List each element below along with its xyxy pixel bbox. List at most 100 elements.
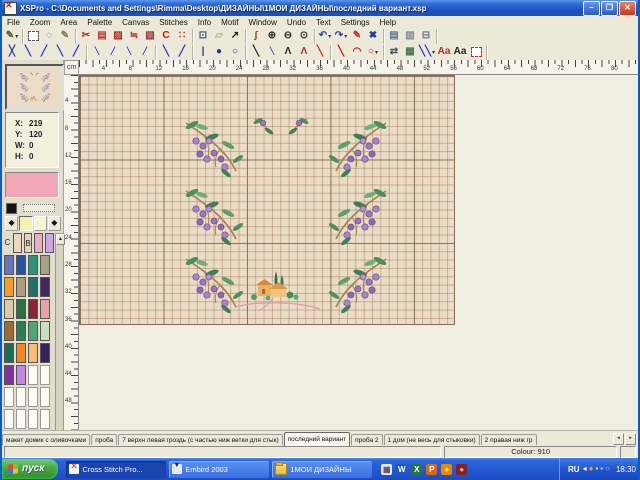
tray-clock-icon[interactable]: ○ [605,464,610,474]
palette-swatch[interactable] [40,255,50,275]
french-knot-filled-icon[interactable]: ● [211,44,227,60]
backstitch-red-thin-icon[interactable]: ╲ [312,44,328,60]
powerpoint-shortcut-icon[interactable]: P [426,464,437,475]
three-quarter-stitch-2-icon[interactable]: ╱ [36,44,52,60]
copy-tool-icon[interactable]: ▤ [94,28,110,44]
shade-lighter-button[interactable] [34,216,47,231]
palette-swatch[interactable] [4,321,14,341]
palette-swatch[interactable] [28,321,38,341]
palette-swatch[interactable] [40,387,50,407]
palette-swatch[interactable] [28,277,38,297]
palette-swatch[interactable] [16,277,26,297]
rotate-motif-icon[interactable]: ⇄ [386,44,402,60]
stitch-canvas[interactable] [79,75,455,325]
tray-app-blue[interactable]: ▪ [600,464,603,474]
export-page-icon[interactable]: ▥ [402,28,418,44]
pattern-tab-4[interactable]: последний вариант [284,432,351,446]
palette-swatch[interactable] [45,233,54,253]
menu-window[interactable]: Window [243,18,281,27]
blue-pen-dropdown-icon[interactable]: ▾ [432,49,435,56]
palette-swatch[interactable] [40,277,50,297]
import-page-icon[interactable]: ▤ [386,28,402,44]
menu-palette[interactable]: Palette [82,18,117,27]
select-rect-tool-icon[interactable] [25,28,41,44]
full-cross-stitch-icon[interactable]: ╳ [4,44,20,60]
palette-swatch[interactable] [4,299,14,319]
palette-swatch[interactable] [40,409,50,429]
menu-canvas[interactable]: Canvas [117,18,154,27]
tray-chevron[interactable]: ◂ [583,464,587,474]
close-button[interactable]: ✕ [619,1,636,16]
quarter-stitch-4-icon[interactable]: ╱ [137,44,153,60]
minimize-button[interactable]: – [583,1,600,16]
palette-swatch[interactable] [16,343,26,363]
menu-file[interactable]: File [2,18,25,27]
palette-swatch[interactable] [4,387,14,407]
start-button[interactable]: пуск [2,459,58,479]
quarter-stitch-3-icon[interactable]: ╲ [121,44,137,60]
menu-text[interactable]: Text [311,18,336,27]
blue-pen-icon[interactable]: ╲╲▾ [418,44,436,60]
undo-icon[interactable]: ↶▾ [317,28,333,44]
cut-tool-icon[interactable]: ✂ [78,28,94,44]
tabs-scroll-right-icon[interactable]: ▸ [625,433,636,445]
pattern-tool-icon[interactable]: ∷ [174,28,190,44]
french-knot-outline-icon[interactable]: ○ [227,44,243,60]
half-fwd-line-icon[interactable]: ╱ [174,44,190,60]
delete-x-icon[interactable]: ✖ [365,28,381,44]
palette-marker-b[interactable]: B [24,233,33,253]
shade-light-button[interactable] [19,216,32,231]
palette-swatch[interactable] [28,343,38,363]
text-red-icon[interactable]: Aa [436,44,452,60]
pencil-tool-icon[interactable]: ✎▾ [4,28,20,44]
flip-tool-icon[interactable]: ▧ [142,28,158,44]
image-tool-icon[interactable]: ▦ [402,44,418,60]
palette-swatch[interactable] [40,299,50,319]
palette-swatch[interactable] [4,343,14,363]
tabs-scroll-left-icon[interactable]: ◂ [613,433,624,445]
palette-swatch[interactable] [4,255,14,275]
menu-info[interactable]: Info [193,18,216,27]
paste-tool-icon[interactable]: ▨ [110,28,126,44]
redo-dropdown-icon[interactable]: ▾ [344,33,347,40]
circle-stitch-dropdown-icon[interactable]: ▾ [375,49,378,56]
diamond-left-button[interactable]: ◆ [5,216,18,231]
mirror-tool-icon[interactable]: ≒ [126,28,142,44]
menu-motif[interactable]: Motif [216,18,243,27]
angle-stitch-red-icon[interactable]: Λ [296,44,312,60]
page-back-icon[interactable]: ⊟ [418,28,434,44]
palette-swatch[interactable] [28,255,38,275]
pencil-tool-dropdown-icon[interactable]: ▾ [15,33,18,40]
palette-swatch[interactable] [40,365,50,385]
menu-help[interactable]: Help [375,18,401,27]
monitor-view-icon[interactable]: ⊡ [195,28,211,44]
text-black-icon[interactable]: Aa [452,44,468,60]
half-stitch-fwd-icon[interactable]: ╱ [68,44,84,60]
line-stitch-icon[interactable]: | [195,44,211,60]
thread-tool-icon[interactable]: ∫ [248,28,264,44]
maroon-app-shortcut-icon[interactable]: ● [456,464,467,475]
selection-box-red-icon[interactable] [468,44,484,60]
language-indicator[interactable]: RU [568,465,580,474]
menu-settings[interactable]: Settings [336,18,375,27]
zoom-in-icon[interactable]: ⊕ [264,28,280,44]
tray-messenger[interactable]: ● [589,464,594,474]
palette-swatch[interactable] [16,387,26,407]
quarter-stitch-2-icon[interactable]: ╱ [105,44,121,60]
title-bar[interactable]: XSPro - C:\Documents and Settings\Rimma\… [2,0,638,16]
palette-swatch[interactable] [16,409,26,429]
diamond-right-button[interactable]: ◆ [48,216,61,231]
menu-zoom[interactable]: Zoom [25,18,55,27]
thick-backstitch-red-icon[interactable]: ╲ [333,44,349,60]
palette-swatch[interactable] [16,255,26,275]
menu-stitches[interactable]: Stitches [154,18,192,27]
backstitch-black-icon[interactable]: ╲ [248,44,264,60]
maximize-button[interactable]: ❐ [601,1,618,16]
task-button-cross-stitch[interactable]: Cross Stitch Pro... [66,461,166,478]
palette-swatch[interactable] [34,233,43,253]
palette-swatch[interactable] [28,387,38,407]
angle-stitch-black-icon[interactable]: Λ [280,44,296,60]
zoom-reset-icon[interactable]: ⊙ [296,28,312,44]
task-button-folder[interactable]: 1МОИ ДИЗАЙНЫ [272,461,372,478]
palette-swatch[interactable] [40,321,50,341]
